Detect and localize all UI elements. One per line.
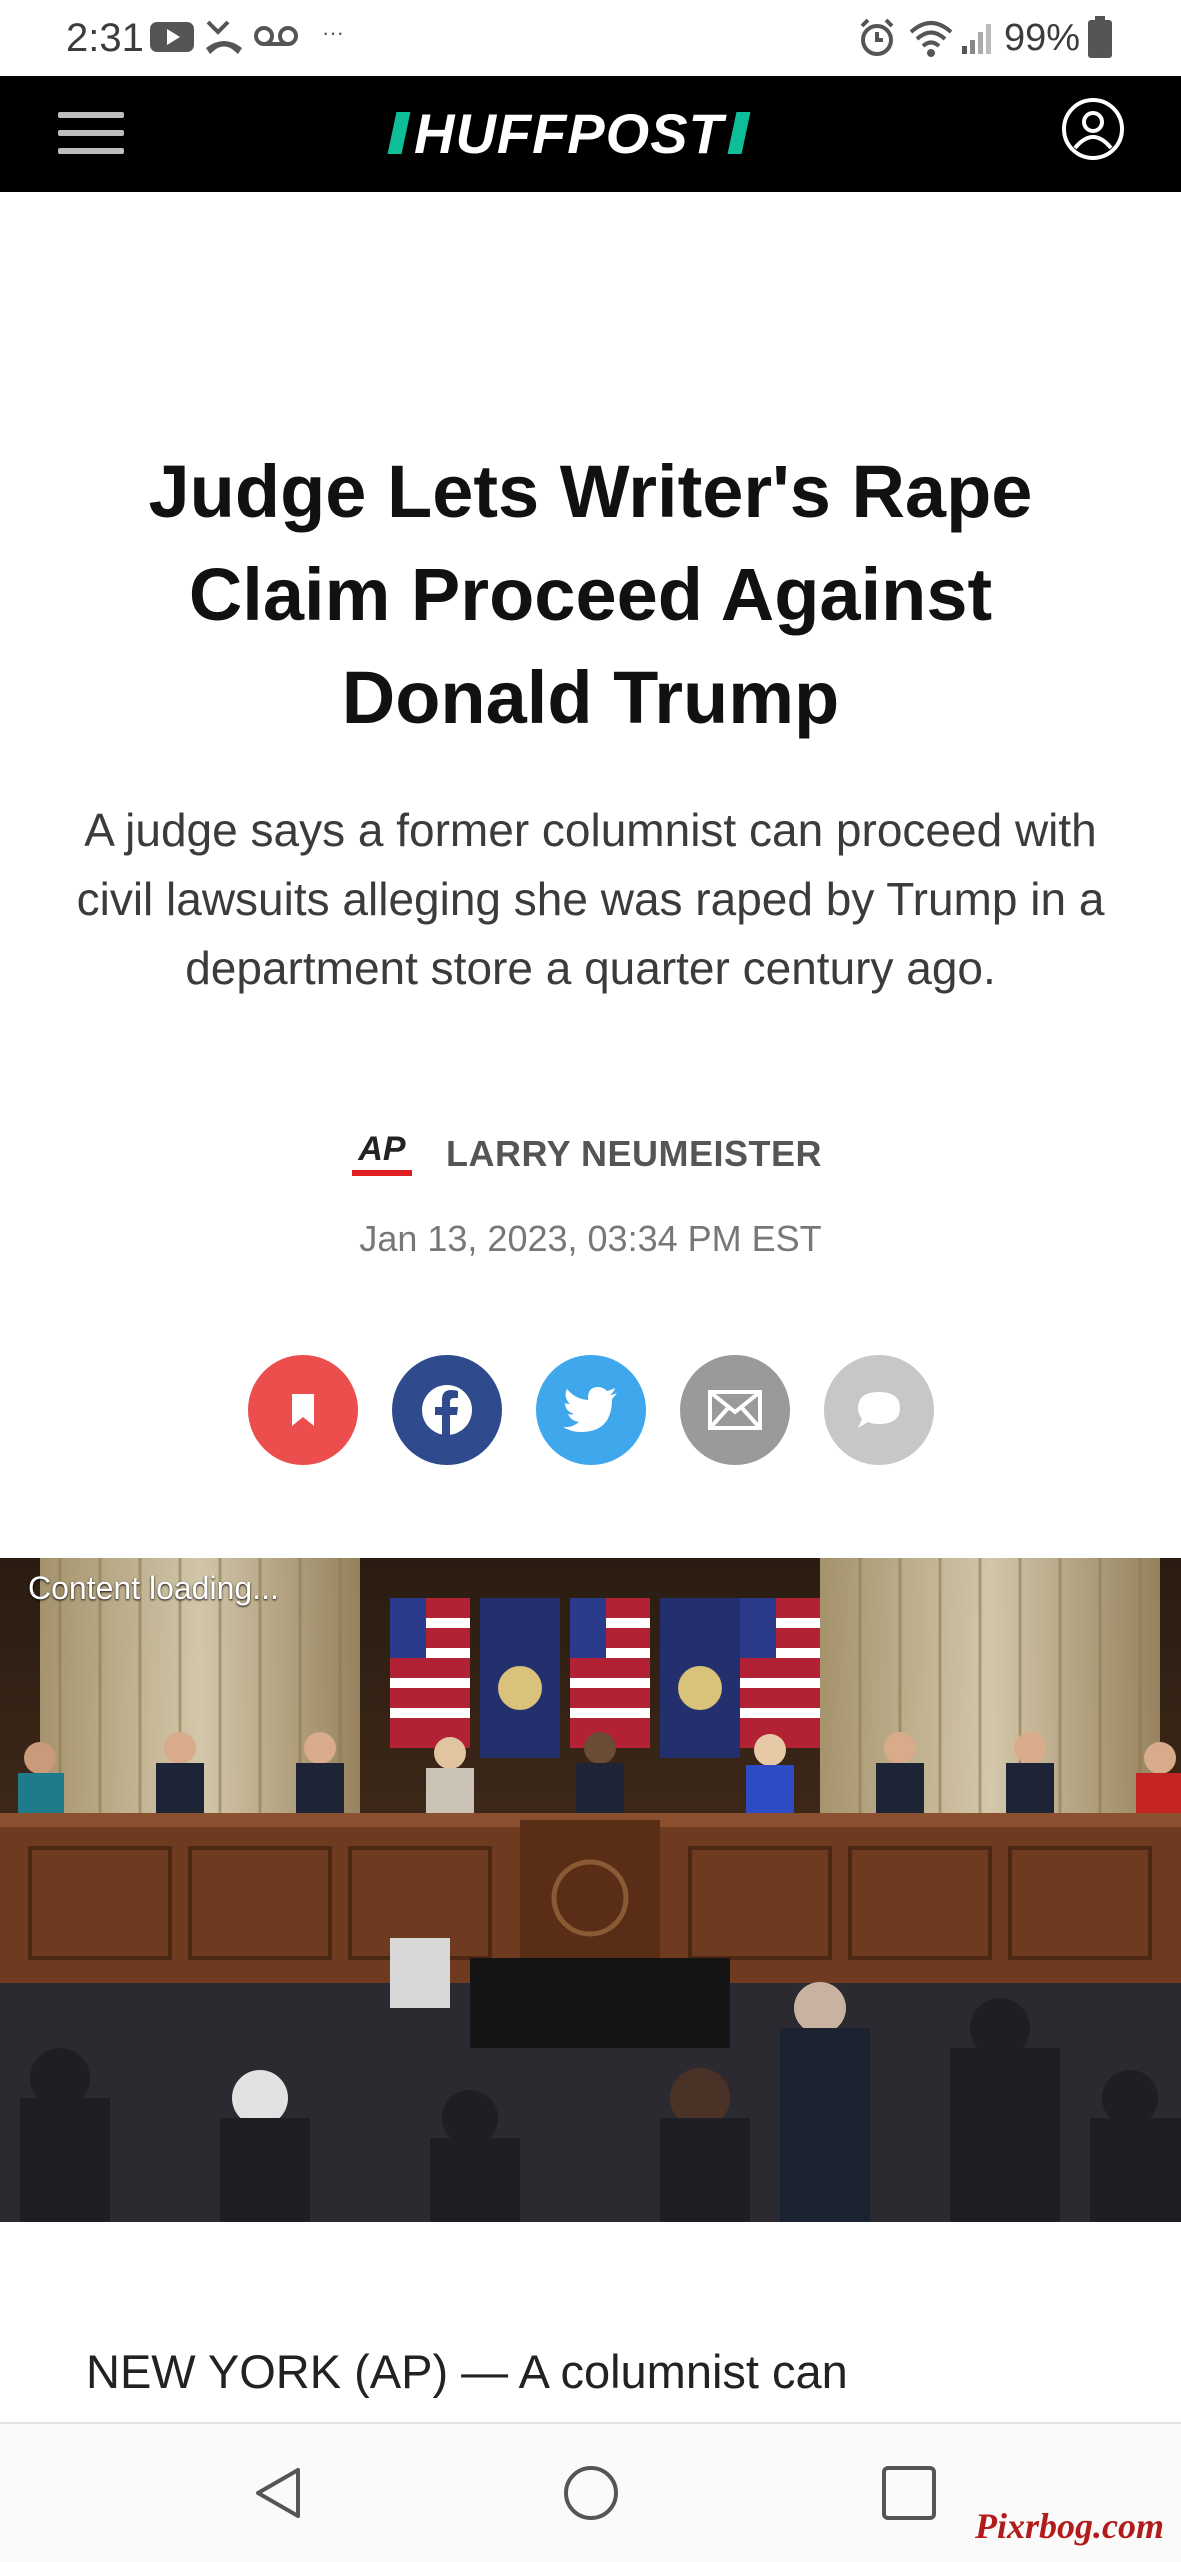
app-header: HUFFPOST bbox=[0, 76, 1181, 192]
alarm-icon bbox=[860, 18, 894, 56]
article-body-first-line: NEW YORK (AP) — A columnist can bbox=[86, 2345, 848, 2398]
twitter-icon bbox=[563, 1387, 617, 1432]
watermark: Pixrbog.com bbox=[975, 2506, 1164, 2546]
more-notifications-indicator: ··· bbox=[322, 20, 344, 45]
bookmark-icon bbox=[292, 1394, 314, 1426]
author-name[interactable]: LARRY NEUMEISTER bbox=[446, 1133, 822, 1175]
ap-logo: AP bbox=[352, 1132, 412, 1176]
bookmark-button[interactable] bbox=[248, 1355, 358, 1465]
wifi-icon bbox=[909, 21, 953, 57]
share-buttons bbox=[248, 1355, 934, 1465]
ap-logo-text: AP bbox=[358, 1130, 406, 1168]
publish-date: Jan 13, 2023, 03:34 PM EST bbox=[359, 1218, 822, 1259]
back-icon[interactable] bbox=[250, 2464, 308, 2522]
facebook-share-button[interactable] bbox=[392, 1355, 502, 1465]
facebook-icon bbox=[422, 1385, 472, 1435]
twitter-share-button[interactable] bbox=[536, 1355, 646, 1465]
comment-icon bbox=[858, 1392, 900, 1428]
logo-right-bar bbox=[727, 112, 751, 154]
battery-percent: 99% bbox=[1004, 17, 1081, 59]
logo-left-bar bbox=[387, 112, 411, 154]
battery-icon bbox=[1088, 16, 1112, 58]
comments-button[interactable] bbox=[824, 1355, 934, 1465]
youtube-icon bbox=[150, 22, 194, 52]
logo-wordmark: HUFFPOST bbox=[414, 101, 724, 165]
voicemail-icon bbox=[254, 26, 298, 46]
status-time: 2:31 bbox=[66, 16, 144, 60]
signal-icon bbox=[962, 24, 991, 54]
huffpost-logo[interactable]: HUFFPOST bbox=[387, 98, 751, 168]
recents-icon[interactable] bbox=[880, 2464, 938, 2522]
article-hero-image[interactable]: Content loading... bbox=[0, 1558, 1181, 2222]
article-headline: Judge Lets Writer's Rape Claim Proceed A… bbox=[148, 450, 1033, 739]
byline: AP LARRY NEUMEISTER bbox=[352, 1126, 822, 1182]
email-icon bbox=[708, 1390, 762, 1430]
email-share-button[interactable] bbox=[680, 1355, 790, 1465]
home-icon[interactable] bbox=[562, 2464, 620, 2522]
status-bar: 2:31 ··· 99% bbox=[0, 0, 1181, 76]
hearing-room-photo bbox=[0, 1558, 1181, 2222]
content-loading-label: Content loading... bbox=[28, 1570, 279, 1606]
article-dek: A judge says a former columnist can proc… bbox=[76, 804, 1105, 994]
user-account-icon[interactable] bbox=[1062, 98, 1124, 160]
hamburger-menu-icon[interactable] bbox=[58, 112, 124, 158]
missed-call-icon bbox=[206, 20, 242, 54]
